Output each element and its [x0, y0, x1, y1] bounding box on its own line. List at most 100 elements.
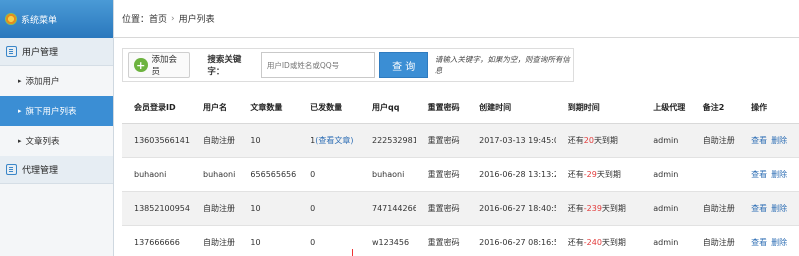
triangle-right-icon: ▸: [18, 77, 22, 85]
reset-password-link[interactable]: 重置密码: [415, 191, 468, 226]
view-link[interactable]: 查看: [751, 238, 767, 247]
sidebar-item-label: 文章列表: [25, 137, 60, 147]
column-header: 用户名: [191, 92, 239, 124]
cell-agent: admin: [641, 191, 691, 226]
cell-qq: buhaoni: [359, 157, 416, 192]
plus-circle-icon: +: [134, 58, 148, 72]
decorative-marker: [352, 249, 353, 256]
sidebar-group-label: 用户管理: [22, 48, 59, 58]
cell-article-count: 656565656: [238, 157, 299, 192]
add-member-label: 添加会员: [151, 55, 178, 77]
cell-username: buhaoni: [191, 157, 239, 192]
sidebar-group-label: 代理管理: [22, 166, 59, 176]
expiry-suffix: 天到期: [596, 169, 621, 179]
cell-qq: 2225329818: [359, 123, 416, 158]
view-link[interactable]: 查看: [751, 136, 767, 145]
delete-link[interactable]: 删除: [771, 136, 787, 145]
breadcrumb: 位置： 首页 › 用户列表: [114, 0, 799, 38]
sent-count-value: 0: [310, 203, 316, 213]
sidebar-header: 系统菜单: [0, 0, 113, 38]
cell-username: 自助注册: [191, 225, 239, 256]
cell-article-count: 10: [238, 123, 299, 158]
cell-expiry: 还有20天到期: [555, 123, 642, 158]
triangle-right-icon: ▸: [18, 107, 22, 115]
breadcrumb-current: 用户列表: [178, 15, 215, 25]
keyword-label: 搜索关键字：: [207, 55, 242, 77]
cell-note: [690, 157, 740, 192]
list-icon: [6, 164, 17, 175]
sidebar-group-user-management[interactable]: 用户管理: [0, 38, 113, 66]
expiry-prefix: 还有: [567, 135, 584, 145]
cell-created-time: 2017-03-13 19:45:08: [467, 123, 556, 158]
expiry-suffix: 天到期: [601, 203, 626, 213]
cell-created-time: 2016-06-27 18:40:58: [467, 191, 556, 226]
column-header: 用户qq: [359, 92, 416, 124]
sidebar-item-article-list[interactable]: ▸ 文章列表: [0, 126, 113, 156]
expiry-days: -240: [583, 237, 602, 247]
expiry-suffix: 天到期: [601, 237, 626, 247]
expiry-suffix: 天到期: [593, 135, 618, 145]
view-link[interactable]: 查看: [751, 204, 767, 213]
cell-sent-count: 0: [298, 225, 360, 256]
delete-link[interactable]: 删除: [771, 238, 787, 247]
add-member-button[interactable]: + 添加会员: [128, 52, 191, 78]
cell-expiry: 还有-29天到期: [555, 157, 642, 192]
delete-link[interactable]: 删除: [771, 204, 787, 213]
cell-article-count: 10: [238, 225, 299, 256]
column-header: 到期时间: [555, 92, 642, 124]
expiry-days: 20: [583, 135, 594, 145]
cell-note: 自助注册: [690, 225, 740, 256]
sidebar-title: 系统菜单: [21, 15, 58, 26]
reset-password-link[interactable]: 重置密码: [415, 225, 468, 256]
cell-sent-count: 1(查看文章): [298, 123, 360, 158]
expiry-days: -239: [583, 203, 602, 213]
cell-expiry: 还有-240天到期: [555, 225, 642, 256]
column-header: 文章数量: [238, 92, 299, 124]
table-row: 137666666 自助注册 10 0 w123456 重置密码 2016-06…: [122, 225, 799, 256]
column-header: 创建时间: [467, 92, 556, 124]
cell-expiry: 还有-239天到期: [555, 191, 642, 226]
cell-sent-count: 0: [298, 157, 360, 192]
expiry-days: -29: [583, 169, 597, 179]
sent-count-value: 0: [310, 237, 316, 247]
reset-password-link[interactable]: 重置密码: [415, 123, 468, 158]
search-input[interactable]: [260, 52, 376, 78]
cell-qq: 747144266: [359, 191, 416, 226]
table-row: buhaoni buhaoni 656565656 0 buhaoni 重置密码…: [122, 157, 799, 192]
breadcrumb-home[interactable]: 首页: [149, 12, 167, 25]
cell-article-count: 10: [238, 191, 299, 226]
list-icon: [6, 46, 17, 57]
sidebar: 系统菜单 用户管理 ▸ 添加用户 ▸ 旗下用户列表 ▸ 文章列表 代理管理: [0, 0, 114, 256]
sent-count-value: 0: [310, 169, 316, 179]
triangle-right-icon: ▸: [18, 137, 22, 145]
cell-created-time: 2016-06-27 08:16:51: [467, 225, 556, 256]
sidebar-item-user-list[interactable]: ▸ 旗下用户列表: [0, 96, 113, 126]
sidebar-item-add-user[interactable]: ▸ 添加用户: [0, 66, 113, 96]
table-row: 13852100954 自助注册 10 0 747144266 重置密码 201…: [122, 191, 799, 226]
delete-link[interactable]: 删除: [771, 170, 787, 179]
cell-note: 自助注册: [690, 191, 740, 226]
breadcrumb-separator: ›: [171, 13, 175, 24]
view-articles-link[interactable]: (查看文章): [315, 136, 353, 145]
cell-username: 自助注册: [191, 123, 239, 158]
cell-login-id: buhaoni: [122, 157, 192, 192]
sidebar-group-agent-management[interactable]: 代理管理: [0, 156, 113, 184]
query-button[interactable]: 查 询: [379, 52, 428, 78]
column-header: 上级代理: [641, 92, 691, 124]
cell-agent: admin: [641, 123, 691, 158]
cell-login-id: 137666666: [122, 225, 192, 256]
cell-login-id: 13852100954: [122, 191, 192, 226]
cell-login-id: 13603566141: [122, 123, 192, 158]
view-link[interactable]: 查看: [751, 170, 767, 179]
table-row: 13603566141 自助注册 10 1(查看文章) 2225329818 重…: [122, 123, 799, 158]
reset-password-link[interactable]: 重置密码: [415, 157, 468, 192]
user-table: 会员登录ID 用户名 文章数量 已发数量 用户qq 重置密码 创建时间 到期时间…: [122, 92, 799, 256]
column-header: 操作: [739, 92, 799, 124]
expiry-prefix: 还有: [567, 169, 584, 179]
cell-actions: 查看 删除: [739, 191, 799, 226]
cell-created-time: 2016-06-28 13:13:26: [467, 157, 556, 192]
app-root: 系统菜单 用户管理 ▸ 添加用户 ▸ 旗下用户列表 ▸ 文章列表 代理管理 位置…: [0, 0, 799, 256]
expiry-prefix: 还有: [567, 203, 584, 213]
column-header: 会员登录ID: [122, 92, 192, 124]
search-toolbar: + 添加会员 搜索关键字： 查 询 请输入关键字，如果为空，则查询所有信息: [122, 48, 574, 82]
